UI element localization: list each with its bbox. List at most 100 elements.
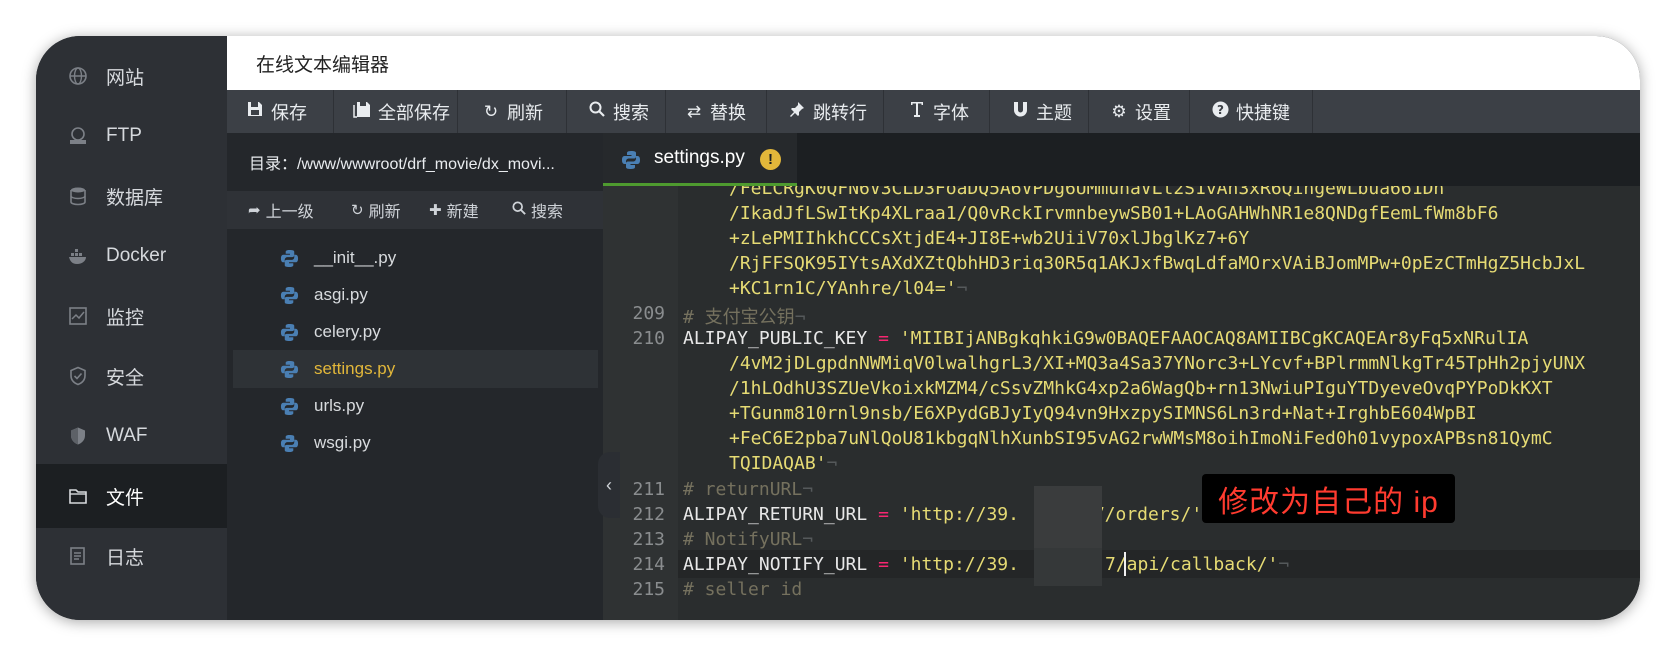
code-line: /1hLOdhU3SZUeVkoixkMZM4/cSsvZMhkG4xp2a6W… [729, 378, 1553, 399]
file-tools: ➦ 上一级 ↻ 刷新 ✚ 新建 搜索 [227, 191, 603, 229]
nav-item-docker[interactable]: Docker [36, 224, 227, 288]
file-refresh-label: 刷新 [368, 204, 401, 221]
code-line: /RjFFSQK95IYtsAXdXZtQbhHD3riq30R5q1AKJxf… [729, 253, 1586, 274]
redaction-blur [1034, 548, 1102, 586]
file-item[interactable]: asgi.py [233, 276, 598, 314]
save-all-label: 全部保存 [378, 102, 450, 123]
code-string: 'http://39. [899, 554, 1019, 575]
line-number: 214 [632, 554, 665, 575]
file-item-selected[interactable]: settings.py [233, 350, 598, 388]
nav-item-ftp[interactable]: FTP [36, 104, 227, 168]
font-button[interactable]: 字体 [884, 90, 990, 133]
nav-label: Docker [106, 245, 167, 266]
code-comment: # NotifyURL¬ [683, 529, 813, 550]
code-area[interactable]: /FeLCRgK0QFN6V3CLD3FoaDQ5A6VPDg6UMmunaVL… [603, 186, 1640, 620]
tab-settings-py[interactable]: settings.py ! [603, 133, 797, 186]
chevron-left-icon: ‹ [606, 474, 612, 495]
pin-icon [787, 101, 807, 122]
python-file-icon [280, 397, 299, 416]
save-button[interactable]: 保存 [227, 90, 334, 133]
file-item[interactable]: urls.py [233, 387, 598, 425]
code-identifier: ALIPAY_PUBLIC_KEY [683, 328, 868, 349]
code-editor: settings.py ! /FeLCRgK0QFN6V3CLD3FoaDQ5A… [603, 133, 1640, 620]
nav-label: WAF [106, 425, 148, 446]
nav-item-security[interactable]: 安全 [36, 344, 227, 408]
file-item[interactable]: __init__.py [233, 239, 598, 277]
goto-line-button[interactable]: 跳转行 [767, 90, 884, 133]
file-name: settings.py [314, 359, 396, 378]
code-string: +KC1rn1C/YAnhre/l04=' [729, 278, 957, 299]
search-icon [587, 101, 607, 122]
file-search-label: 搜索 [531, 204, 564, 221]
refresh-label: 刷新 [507, 102, 543, 123]
replace-icon: ⇄ [686, 101, 702, 121]
nav-item-logs[interactable]: 日志 [36, 524, 227, 588]
code-line: +TGunm810rnl9nsb/E6XPydGBJyIyQ94vn9Hxzpy… [729, 403, 1477, 424]
code-line: /FeLCRgK0QFN6V3CLD3FoaDQ5A6VPDg6UMmunaVL… [729, 186, 1445, 199]
line-number: 210 [632, 328, 665, 349]
refresh-icon: ↻ [351, 202, 364, 219]
python-file-icon [622, 151, 640, 169]
code-line: /4vM2jDLgpdnNWMiqV0lwalhgrL3/XI+MQ3a4Sa3… [729, 353, 1586, 374]
shortcuts-button[interactable]: ? 快捷键 [1190, 90, 1313, 133]
nav-item-files[interactable]: 文件 [36, 464, 227, 528]
replace-button[interactable]: ⇄ 替换 [666, 90, 767, 133]
code-comment: # returnURL¬ [683, 479, 813, 500]
nav-item-database[interactable]: 数据库 [36, 164, 227, 228]
gear-icon: ⚙ [1111, 101, 1127, 121]
code-line: +KC1rn1C/YAnhre/l04='¬ [729, 278, 967, 299]
save-icon [245, 101, 265, 122]
save-all-button[interactable]: 全部保存 [334, 90, 458, 133]
python-file-icon [280, 434, 299, 453]
python-file-icon [280, 286, 299, 305]
code-line: ALIPAY_NOTIFY_URL = 'http://39. 7/api/cal… [683, 554, 1289, 575]
search-label: 搜索 [613, 102, 649, 123]
code-line: /IkadJfLSwItKp4XLraa1/Q0vRckIrvmnbeywSB0… [729, 203, 1499, 224]
comment-text: # NotifyURL [683, 529, 803, 550]
file-item[interactable]: wsgi.py [233, 424, 598, 462]
help-icon: ? [1210, 101, 1230, 123]
sidebar-nav: 网站 FTP 数据库 Docker 监控 安全 WAF 文件 日志 [36, 36, 227, 620]
nav-item-waf[interactable]: WAF [36, 404, 227, 468]
file-name: __init__.py [314, 248, 397, 267]
eol-mark: ¬ [802, 529, 814, 550]
file-panel: 目录：/www/wwwroot/drf_movie/dx_movi... ➦ 上一… [227, 133, 603, 620]
search-icon [512, 201, 526, 219]
collapse-panel-button[interactable]: ‹ [598, 452, 620, 518]
title-bar: 在线文本编辑器 [227, 36, 1640, 90]
log-icon [67, 545, 89, 567]
nav-item-websites[interactable]: 网站 [36, 44, 227, 108]
eol-mark: ¬ [826, 453, 838, 474]
directory-path-row: 目录：/www/wwwroot/drf_movie/dx_movi... [227, 133, 603, 191]
nav-item-monitor[interactable]: 监控 [36, 284, 227, 348]
file-name: urls.py [314, 396, 365, 415]
docker-icon [67, 245, 89, 267]
save-label: 保存 [271, 102, 307, 123]
code-string: 'http://39. [899, 504, 1019, 525]
theme-button[interactable]: 主题 [990, 90, 1089, 133]
code-string: TQIDAQAB' [729, 453, 827, 474]
refresh-button[interactable]: ↻ 刷新 [458, 90, 567, 133]
window-title: 在线文本编辑器 [256, 55, 390, 76]
goto-line-label: 跳转行 [813, 102, 867, 123]
go-up-button[interactable]: ➦ 上一级 [248, 198, 314, 222]
code-identifier: ALIPAY_RETURN_URL [683, 504, 868, 525]
file-refresh-button[interactable]: ↻ 刷新 [351, 198, 401, 222]
code-line: +zLePMIIhkhCCCsXtjdE4+JI8E+wb2UiiV70xlJb… [729, 228, 1250, 249]
new-file-button[interactable]: ✚ 新建 [429, 198, 479, 222]
folder-icon [67, 485, 89, 507]
monitor-icon [67, 305, 89, 327]
line-number: 213 [632, 529, 665, 550]
file-item[interactable]: celery.py [233, 313, 598, 351]
nav-label: FTP [106, 125, 142, 146]
ftp-icon [67, 125, 89, 147]
search-button[interactable]: 搜索 [567, 90, 666, 133]
new-file-label: 新建 [446, 204, 479, 221]
code-string: 'MIIBIjANBgkqhkiG9w0BAQEFAAOCAQ8AMIIBCgK… [899, 328, 1529, 349]
refresh-icon: ↻ [483, 101, 499, 121]
settings-button[interactable]: ⚙ 设置 [1089, 90, 1190, 133]
file-search-button[interactable]: 搜索 [512, 198, 563, 222]
python-file-icon [280, 249, 299, 268]
code-comment: # 支付宝公钥¬ [683, 303, 806, 329]
line-number: 209 [632, 303, 665, 324]
